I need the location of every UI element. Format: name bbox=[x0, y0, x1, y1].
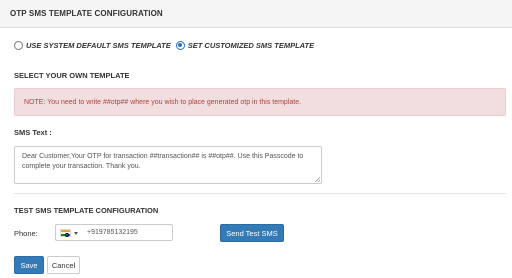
page-title: OTP SMS TEMPLATE CONFIGURATION bbox=[10, 9, 163, 18]
india-flag-icon bbox=[60, 229, 71, 237]
custom-template-title: SELECT YOUR OWN TEMPLATE bbox=[14, 71, 130, 80]
radio-custom-template[interactable] bbox=[175, 40, 185, 50]
send-test-sms-button[interactable]: Send Test SMS bbox=[220, 224, 284, 242]
save-button[interactable]: Save bbox=[14, 256, 44, 274]
country-selector[interactable] bbox=[60, 229, 78, 237]
radio-default-template-label[interactable]: USE SYSTEM DEFAULT SMS TEMPLATE bbox=[26, 41, 171, 50]
phone-label: Phone: bbox=[14, 229, 38, 238]
chevron-down-icon bbox=[74, 231, 78, 235]
section-divider bbox=[14, 193, 506, 194]
otp-note-text: NOTE: You need to write ##otp## where yo… bbox=[24, 99, 302, 106]
test-section-title: TEST SMS TEMPLATE CONFIGURATION bbox=[14, 206, 159, 215]
cancel-button[interactable]: Cancel bbox=[47, 256, 80, 274]
panel-header: OTP SMS TEMPLATE CONFIGURATION bbox=[0, 0, 512, 28]
radio-default-template[interactable] bbox=[14, 40, 23, 50]
sms-text-label: SMS Text : bbox=[14, 128, 52, 137]
template-choice-group: USE SYSTEM DEFAULT SMS TEMPLATE SET CUST… bbox=[14, 39, 314, 51]
phone-input[interactable]: +919785132195 bbox=[55, 224, 173, 241]
otp-note-alert: NOTE: You need to write ##otp## where yo… bbox=[14, 88, 506, 116]
phone-value: +919785132195 bbox=[87, 229, 138, 236]
resize-handle-icon[interactable] bbox=[315, 177, 320, 182]
sms-text-value: Dear Customer,Your OTP for transaction #… bbox=[22, 153, 304, 170]
radio-custom-template-label[interactable]: SET CUSTOMIZED SMS TEMPLATE bbox=[188, 41, 314, 50]
sms-text-field[interactable]: Dear Customer,Your OTP for transaction #… bbox=[14, 146, 322, 184]
